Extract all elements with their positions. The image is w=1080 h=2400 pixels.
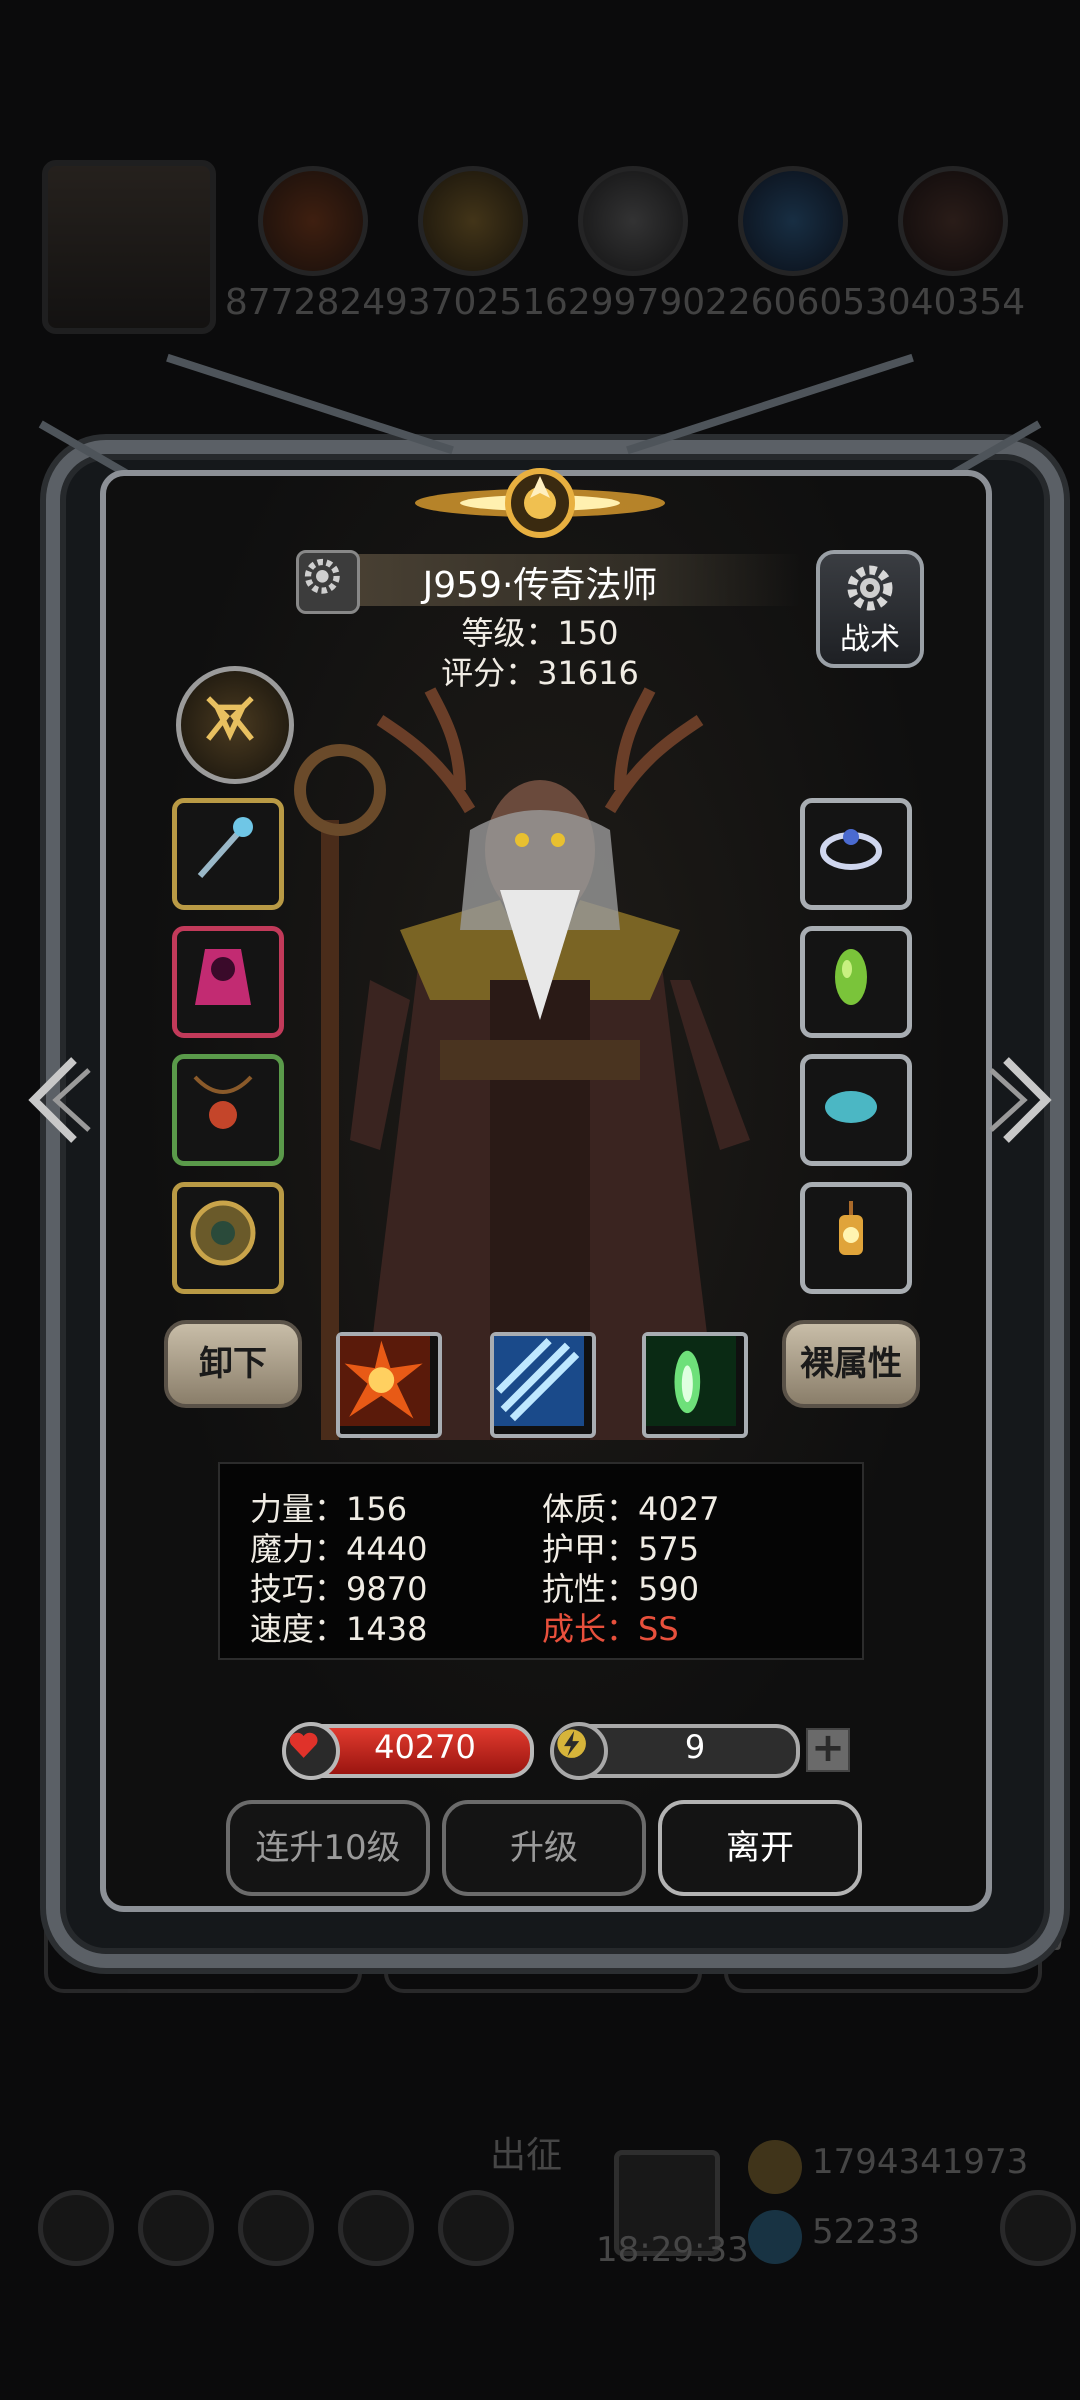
gem-amount: 52233 xyxy=(812,2212,921,2252)
stats-panel: 力量：156 魔力：4440 技巧：9870 速度：1438 体质：4027 护… xyxy=(218,1462,864,1660)
equip-slot-stone[interactable] xyxy=(800,1054,912,1166)
equip-slot-shield[interactable] xyxy=(172,1182,284,1294)
gold-coin-icon xyxy=(748,2140,802,2194)
add-energy-button[interactable]: + xyxy=(806,1728,850,1772)
player-avatar[interactable] xyxy=(42,160,216,334)
equip-slot-armor[interactable] xyxy=(172,926,284,1038)
teal-stone-icon xyxy=(825,1091,877,1123)
resource-value: 8772824 xyxy=(224,282,386,323)
resource-dark-icon xyxy=(898,166,1008,276)
resource-fire-icon xyxy=(258,166,368,276)
resource-ore-icon xyxy=(578,166,688,276)
bottom-nav-icon[interactable] xyxy=(38,2190,114,2266)
next-hero-arrow-icon[interactable] xyxy=(986,1050,1066,1150)
equip-slot-lantern[interactable] xyxy=(800,1182,912,1294)
tactics-button[interactable]: 战术 xyxy=(816,550,924,668)
resource-value: 2260605 xyxy=(704,282,866,323)
gear-icon xyxy=(847,565,893,611)
resource-water-icon xyxy=(738,166,848,276)
bottom-nav-icon[interactable] xyxy=(338,2190,414,2266)
equip-slot-weapon[interactable] xyxy=(172,798,284,910)
level-up-button[interactable]: 升级 xyxy=(442,1800,646,1896)
bottom-nav-icon[interactable] xyxy=(438,2190,514,2266)
skill-slot-3[interactable] xyxy=(642,1332,748,1438)
level-up-10-button[interactable]: 连升10级 xyxy=(226,1800,430,1896)
hp-value: 40270 xyxy=(374,1728,476,1766)
gold-amount: 1794341973 xyxy=(812,2142,1029,2182)
tactics-label: 战术 xyxy=(840,622,900,657)
equip-slot-amulet[interactable] xyxy=(172,1054,284,1166)
amulet-icon xyxy=(193,1075,253,1129)
skill-slot-1[interactable] xyxy=(336,1332,442,1438)
robe-icon xyxy=(195,949,251,1005)
ice-slash-skill-icon xyxy=(494,1336,584,1426)
bottom-nav-icon[interactable] xyxy=(238,2190,314,2266)
resource-value: 6299790 xyxy=(544,282,706,323)
sun-emblem-icon xyxy=(415,468,665,538)
resource-value: 3040354 xyxy=(864,282,1026,323)
equip-slot-ring[interactable] xyxy=(800,798,912,910)
green-flame-skill-icon xyxy=(646,1336,736,1426)
bottom-nav-icon[interactable] xyxy=(138,2190,214,2266)
prev-hero-arrow-icon[interactable] xyxy=(14,1050,94,1150)
green-gem-icon xyxy=(835,949,867,1005)
base-attributes-button[interactable]: 裸属性 xyxy=(782,1320,920,1408)
ring-icon xyxy=(820,829,882,870)
expedition-label: 出征 xyxy=(490,2135,563,2176)
skill-slot-2[interactable] xyxy=(490,1332,596,1438)
resource-gold-icon xyxy=(418,166,528,276)
energy-value: 9 xyxy=(684,1728,706,1766)
clock-text: 18:29:33 xyxy=(596,2230,749,2270)
unequip-button[interactable]: 卸下 xyxy=(164,1320,302,1408)
resource-value: 9370251 xyxy=(384,282,546,323)
shield-icon xyxy=(190,1200,256,1266)
equip-slot-gem[interactable] xyxy=(800,926,912,1038)
gem-icon xyxy=(748,2210,802,2264)
leave-button[interactable]: 离开 xyxy=(658,1800,862,1896)
hero-name: J959·传奇法师 xyxy=(422,565,658,606)
lantern-icon xyxy=(839,1201,863,1255)
stat-growth: 成长：SS xyxy=(542,1610,679,1648)
rank-emblem-icon[interactable] xyxy=(176,666,294,784)
staff-icon xyxy=(197,817,253,878)
stat-speed: 速度：1438 xyxy=(250,1610,428,1648)
fire-burst-skill-icon xyxy=(340,1336,430,1426)
rename-gear-icon[interactable] xyxy=(296,550,360,614)
bottom-nav-icon[interactable] xyxy=(1000,2190,1076,2266)
